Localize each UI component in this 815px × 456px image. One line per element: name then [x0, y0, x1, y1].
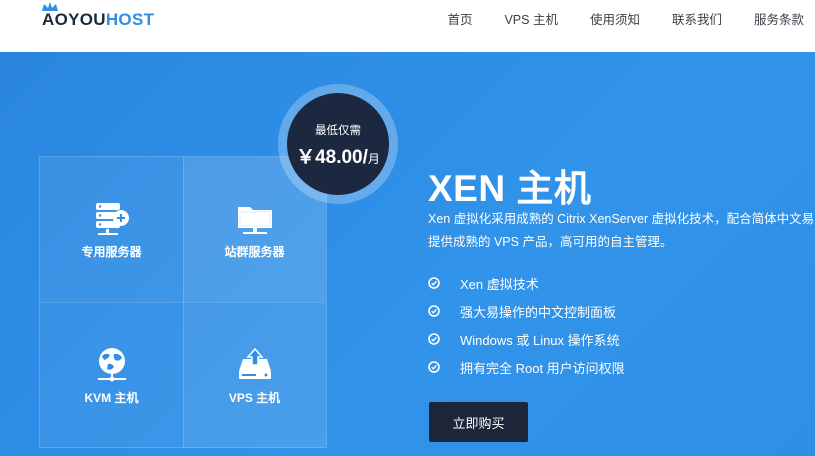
price-badge-label: 最低仅需: [315, 124, 361, 137]
crown-icon: [42, 2, 58, 11]
nav-item-terms[interactable]: 服务条款: [754, 9, 804, 28]
hero-title: XEN 主机: [428, 168, 592, 209]
nav-item-home[interactable]: 首页: [447, 9, 472, 28]
globe-network-icon: [90, 345, 134, 385]
feature-item: Windows 或 Linux 操作系统: [428, 325, 625, 353]
check-circle-icon: [428, 333, 440, 345]
main-nav: 首页 VPS 主机 使用须知 联系我们 服务条款: [415, 9, 815, 28]
hero-description-line: 提供成熟的 VPS 产品，高可用的自主管理。: [428, 235, 673, 249]
folder-server-icon: [233, 199, 277, 239]
check-circle-icon: [428, 305, 440, 317]
price-value: ￥48.00/: [296, 146, 368, 168]
hero-description: Xen 虚拟化采用成熟的 Citrix XenServer 虚拟化技术，配合简体…: [428, 208, 815, 254]
site-header: AOYOUHOST 首页 VPS 主机 使用须知 联系我们 服务条款: [0, 0, 815, 52]
buy-now-button[interactable]: 立即购买: [429, 402, 528, 442]
feature-text: Windows 或 Linux 操作系统: [460, 332, 620, 348]
price-badge-price: ￥48.00/月: [296, 142, 380, 169]
product-label: 站群服务器: [224, 245, 285, 259]
logo-text-part1: AOYOU: [42, 10, 106, 29]
nav-item-vps[interactable]: VPS 主机: [504, 9, 558, 28]
nav-item-contact[interactable]: 联系我们: [672, 9, 722, 28]
feature-item: 拥有完全 Root 用户访问权限: [428, 353, 625, 381]
product-grid: 专用服务器 站群服务器 KVM 主机 VPS 主机: [39, 156, 327, 448]
price-badge: 最低仅需 ￥48.00/月: [287, 93, 389, 195]
nav-item-usage-notes[interactable]: 使用须知: [590, 9, 640, 28]
feature-item: 强大易操作的中文控制面板: [428, 297, 625, 325]
check-circle-icon: [428, 277, 440, 289]
feature-text: Xen 虚拟技术: [460, 276, 539, 292]
feature-text: 拥有完全 Root 用户访问权限: [460, 360, 625, 376]
price-unit: 月: [367, 151, 380, 166]
feature-item: Xen 虚拟技术: [428, 269, 625, 297]
product-kvm-host[interactable]: KVM 主机: [40, 303, 183, 448]
feature-text: 强大易操作的中文控制面板: [460, 304, 617, 320]
check-circle-icon: [428, 361, 440, 373]
product-dedicated-server[interactable]: 专用服务器: [40, 157, 183, 302]
product-label: KVM 主机: [84, 391, 139, 405]
logo[interactable]: AOYOUHOST: [42, 2, 154, 32]
grid-divider: [40, 302, 326, 303]
logo-text-part2: HOST: [105, 10, 155, 29]
product-label: VPS 主机: [228, 391, 281, 405]
product-vps-host[interactable]: VPS 主机: [183, 303, 326, 448]
hero-description-line: Xen 虚拟化采用成熟的 Citrix XenServer 虚拟化技术，配合简体…: [428, 212, 815, 226]
feature-list: Xen 虚拟技术 强大易操作的中文控制面板 Windows 或 Linux 操作…: [428, 269, 625, 381]
product-label: 专用服务器: [81, 245, 142, 259]
server-plus-icon: [90, 199, 134, 239]
logo-text: AOYOUHOST: [42, 10, 154, 30]
upload-drive-icon: [233, 345, 277, 385]
